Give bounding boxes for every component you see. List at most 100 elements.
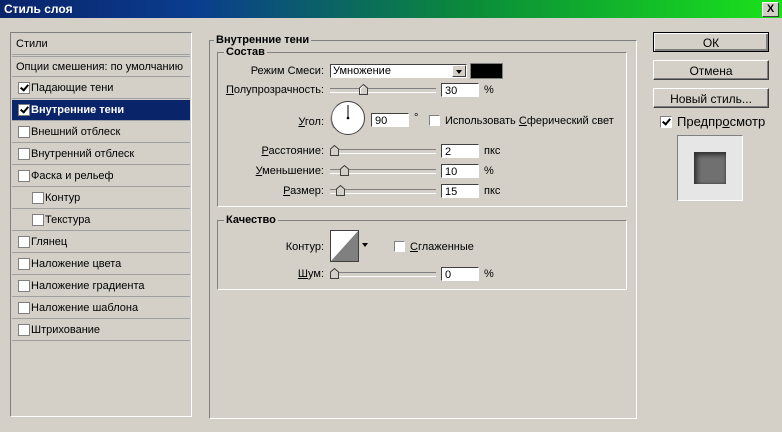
sidebar-item-label: Наложение цвета: [31, 258, 122, 270]
global-light-label: Использовать Сферический свет: [445, 115, 614, 127]
sidebar-item-label: Контур: [45, 192, 81, 204]
shadow-color-swatch[interactable]: [470, 63, 503, 79]
contour-preview-icon[interactable]: [330, 230, 359, 262]
sidebar-item[interactable]: Наложение градиента: [12, 276, 190, 297]
sidebar-item-label: Штрихование: [31, 324, 101, 336]
angle-dial[interactable]: [330, 100, 366, 136]
contour-picker[interactable]: [330, 230, 370, 262]
size-input[interactable]: 15: [441, 184, 479, 198]
sidebar-item[interactable]: Внутренние тени: [12, 100, 190, 121]
sidebar-item[interactable]: Текстура: [12, 210, 190, 231]
sidebar-item-label: Стили: [16, 38, 48, 50]
sidebar-item-label: Внутренний отблеск: [31, 148, 135, 160]
sidebar-item[interactable]: Опции смешения: по умолчанию: [12, 56, 190, 77]
sidebar-item[interactable]: Наложение цвета: [12, 254, 190, 275]
sidebar-item[interactable]: Внутренний отблеск: [12, 144, 190, 165]
sidebar-item-label: Текстура: [45, 214, 91, 226]
checkbox-checked[interactable]: [18, 82, 30, 94]
sidebar-item[interactable]: Наложение шаблона: [12, 298, 190, 319]
slider-thumb[interactable]: [340, 165, 349, 176]
preview-checkbox[interactable]: [660, 116, 672, 128]
styles-list: Стили Опции смешения: по умолчанию Падающи…: [10, 32, 192, 417]
angle-label: Угол:: [298, 116, 324, 128]
structure-group: Состав Режим Смеси: Умножение Полупрозра…: [217, 46, 627, 207]
opacity-unit: %: [484, 84, 494, 96]
sidebar-item[interactable]: Глянец: [12, 232, 190, 253]
sidebar-item[interactable]: Падающие тени: [12, 78, 190, 99]
distance-unit: пкс: [484, 145, 501, 157]
choke-input[interactable]: 10: [441, 164, 479, 178]
panel-title: Внутренние тени: [214, 34, 312, 46]
angle-input[interactable]: 90: [371, 113, 409, 127]
preview-thumbnail: [677, 135, 743, 201]
checkbox[interactable]: [18, 324, 30, 336]
slider-thumb[interactable]: [330, 145, 339, 156]
contour-label: Контур:: [285, 241, 324, 253]
inner-shadow-panel: Внутренние тени Состав Режим Смеси: Умно…: [209, 34, 637, 419]
close-button[interactable]: X: [762, 2, 779, 17]
noise-input[interactable]: 0: [441, 267, 479, 281]
angle-unit: °: [414, 112, 419, 124]
sidebar-item-label: Фаска и рельеф: [31, 170, 114, 182]
size-label: Размер:: [283, 185, 324, 197]
noise-label: Шум:: [297, 268, 324, 280]
ok-button[interactable]: ОК: [653, 32, 769, 52]
sidebar-item-label: Наложение градиента: [31, 280, 145, 292]
chevron-down-icon[interactable]: [359, 239, 370, 253]
sidebar-item-label: Наложение шаблона: [31, 302, 139, 314]
checkbox[interactable]: [18, 236, 30, 248]
sidebar-item-label: Падающие тени: [31, 82, 114, 94]
slider-thumb[interactable]: [359, 84, 368, 95]
blend-mode-select[interactable]: Умножение: [330, 64, 467, 78]
blend-mode-label: Режим Смеси:: [250, 65, 324, 77]
global-light-checkbox[interactable]: [429, 115, 440, 126]
checkbox[interactable]: [18, 170, 30, 182]
sidebar-item-label: Внешний отблеск: [31, 126, 121, 138]
distance-input[interactable]: 2: [441, 144, 479, 158]
opacity-slider[interactable]: [330, 83, 436, 97]
noise-unit: %: [484, 268, 494, 280]
checkbox[interactable]: [32, 192, 44, 204]
sidebar-item[interactable]: Внешний отблеск: [12, 122, 190, 143]
checkbox[interactable]: [18, 280, 30, 292]
sidebar-item-label: Внутренние тени: [31, 104, 125, 116]
slider-thumb[interactable]: [330, 268, 339, 279]
distance-label: Расстояние:: [261, 145, 324, 157]
checkbox-checked[interactable]: [18, 104, 30, 116]
blend-mode-value: Умножение: [333, 65, 391, 77]
contour-dropdown[interactable]: [359, 239, 370, 253]
size-unit: пкс: [484, 185, 501, 197]
preview-label: Предпросмотр: [677, 114, 766, 129]
sidebar-item[interactable]: Штрихование: [12, 320, 190, 341]
quality-title: Качество: [224, 214, 278, 226]
cancel-button[interactable]: Отмена: [653, 60, 769, 80]
structure-title: Состав: [224, 46, 267, 58]
checkbox[interactable]: [18, 302, 30, 314]
opacity-label: Полупрозрачность:: [225, 84, 324, 96]
slider-thumb[interactable]: [336, 185, 345, 196]
checkbox[interactable]: [18, 126, 30, 138]
noise-slider[interactable]: [330, 267, 436, 281]
checkbox[interactable]: [18, 148, 30, 160]
sidebar-item[interactable]: Фаска и рельеф: [12, 166, 190, 187]
window-title: Стиль слоя: [4, 2, 73, 16]
antialiased-label: Сглаженные: [410, 241, 474, 253]
distance-slider[interactable]: [330, 144, 436, 158]
checkbox[interactable]: [18, 258, 30, 270]
choke-label: Уменьшение:: [255, 165, 324, 177]
sidebar-item[interactable]: Стили: [12, 34, 190, 55]
sidebar-item-label: Опции смешения: по умолчанию: [16, 61, 184, 73]
sidebar-item[interactable]: Контур: [12, 188, 190, 209]
opacity-input[interactable]: 30: [441, 83, 479, 97]
new-style-button[interactable]: Новый стиль...: [653, 88, 769, 108]
choke-slider[interactable]: [330, 164, 436, 178]
choke-unit: %: [484, 165, 494, 177]
checkbox[interactable]: [32, 214, 44, 226]
quality-group: Качество Контур: Сглаженные Шум: 0 %: [217, 214, 627, 290]
chevron-down-icon[interactable]: [452, 65, 466, 77]
title-bar: Стиль слоя X: [0, 0, 782, 18]
antialiased-checkbox[interactable]: [394, 241, 405, 252]
preview-swatch: [694, 152, 726, 184]
size-slider[interactable]: [330, 184, 436, 198]
sidebar-item-label: Глянец: [31, 236, 68, 248]
